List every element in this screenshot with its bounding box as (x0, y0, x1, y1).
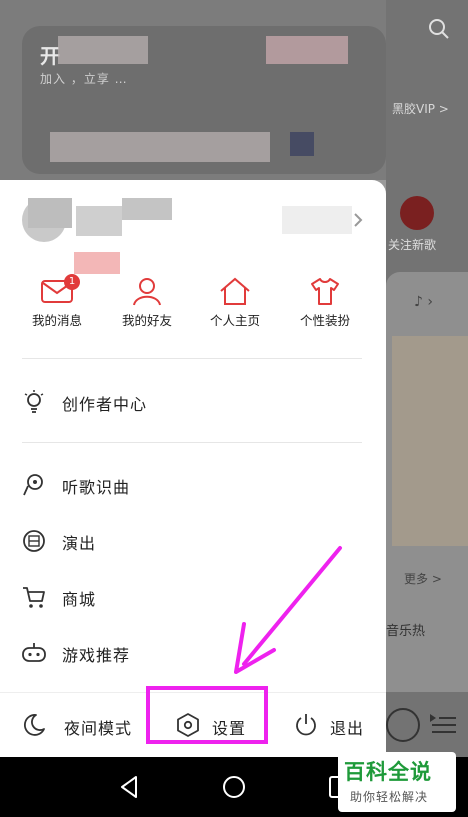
friends-icon (133, 278, 161, 306)
quick-action-dressup[interactable]: 个性装扮 (280, 276, 370, 346)
divider (22, 442, 362, 443)
menu-item-label: 游戏推荐 (62, 646, 131, 665)
watermark-subtitle: 助你轻松解决 (350, 790, 429, 804)
tshirt-icon (311, 278, 339, 305)
menu-item-mall[interactable]: 商城 (22, 577, 362, 617)
menu-item-label: 演出 (62, 534, 97, 553)
blurred-text (266, 36, 348, 64)
blurred-text (58, 36, 148, 64)
quick-action-label: 我的消息 (31, 313, 82, 328)
menu-item-label: 商城 (62, 590, 97, 609)
quick-action-label: 个性装扮 (299, 313, 350, 328)
more-label: 更多 > (404, 572, 442, 586)
blurred-username (122, 198, 172, 220)
cart-icon (23, 587, 45, 608)
watermark-title: 百科全说 (344, 760, 432, 784)
divider (22, 358, 362, 359)
mic-icon (23, 474, 43, 496)
blurred-username (76, 206, 122, 236)
quick-action-homepage[interactable]: 个人主页 (190, 276, 280, 346)
search-icon (429, 19, 449, 39)
lightbulb-icon (24, 390, 44, 413)
music-section-label: 音乐热 (386, 624, 426, 639)
chevron-right-icon: ♪ › (414, 294, 433, 310)
moon-icon (24, 714, 45, 736)
menu-item-creator-center[interactable]: 创作者中心 (22, 382, 362, 422)
unread-badge: 1 (64, 274, 80, 290)
quick-action-label: 个人主页 (209, 313, 260, 328)
new-song-icon (400, 196, 434, 230)
blurred-username (28, 198, 72, 228)
quick-action-friends[interactable]: 我的好友 (102, 276, 192, 346)
logout-label: 退出 (330, 719, 365, 738)
bg-album-card (392, 336, 468, 546)
blurred-username (74, 252, 120, 274)
new-song-label: 关注新歌 (388, 238, 437, 252)
menu-item-label: 听歌识曲 (62, 478, 131, 497)
menu-item-label: 创作者中心 (62, 395, 148, 414)
night-mode-button[interactable]: 夜间模式 (22, 693, 142, 757)
profile-row[interactable] (22, 198, 366, 274)
blurred-level (282, 206, 352, 234)
logout-button[interactable]: 退出 (294, 693, 374, 757)
ticket-icon (23, 530, 45, 552)
home-button-icon[interactable] (220, 773, 248, 801)
blurred-text (290, 132, 314, 156)
quick-action-messages[interactable]: 1 我的消息 (12, 274, 102, 346)
menu-item-shows[interactable]: 演出 (22, 521, 362, 561)
playlist-icon (430, 714, 456, 733)
gamepad-icon (22, 643, 46, 662)
vip-title: 开 (40, 44, 60, 68)
settings-highlight-box (146, 686, 268, 744)
play-icon (386, 708, 420, 742)
night-mode-label: 夜间模式 (64, 719, 133, 738)
chevron-right-icon[interactable] (350, 212, 366, 228)
blurred-text (50, 132, 270, 162)
home-icon (220, 277, 250, 305)
vip-link: 黑胶VIP > (392, 102, 449, 116)
quick-action-label: 我的好友 (121, 313, 172, 328)
vip-subtitle: 加入 ，立享 … (40, 72, 128, 86)
power-icon (296, 714, 316, 736)
menu-item-games[interactable]: 游戏推荐 (22, 633, 362, 673)
quick-actions: 1 我的消息 我的好友 个人主页 个性装扮 (0, 274, 386, 346)
back-icon[interactable] (116, 773, 144, 801)
side-drawer: 1 我的消息 我的好友 个人主页 个性装扮 创作者中心 听歌识曲 演出 商城 游… (0, 180, 386, 757)
watermark-logo: 百科全说 助你轻松解决 (338, 752, 456, 812)
menu-item-song-recognition[interactable]: 听歌识曲 (22, 465, 362, 505)
